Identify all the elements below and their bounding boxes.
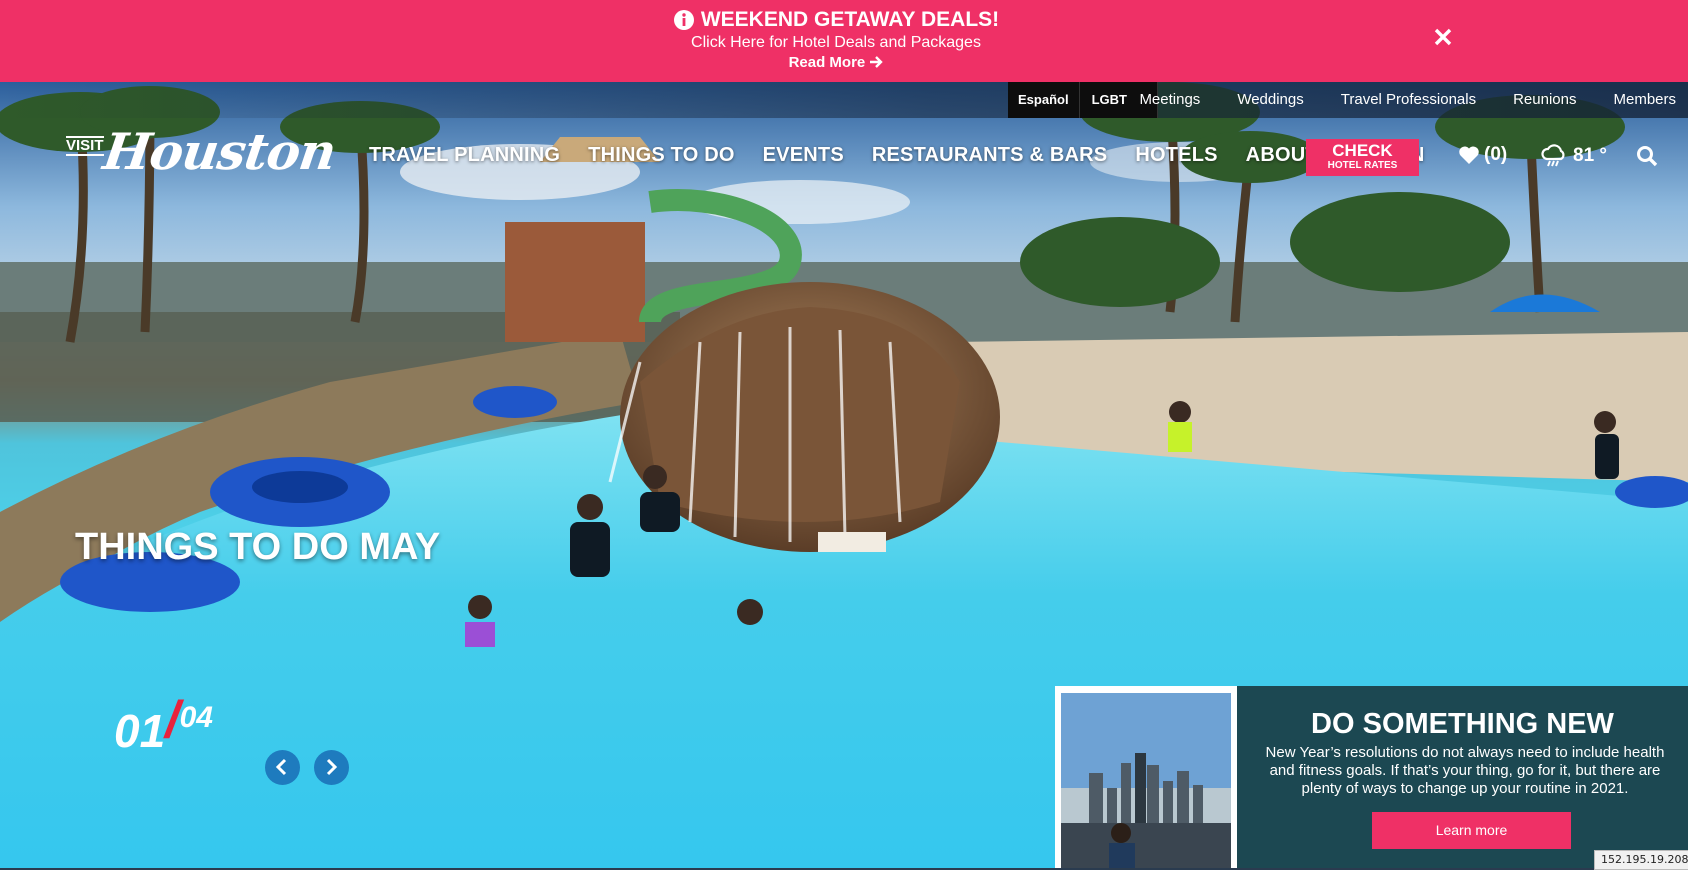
nav-travel-planning[interactable]: TRAVEL PLANNING xyxy=(369,144,560,167)
current-slide-number: 01 xyxy=(114,705,166,757)
weather-temp: 81 ° xyxy=(1573,145,1608,166)
counter-slash: / xyxy=(165,691,180,749)
slide-title: THINGS TO DO MAY xyxy=(75,526,441,568)
travel-professionals-link[interactable]: Travel Professionals xyxy=(1341,82,1476,118)
promo-title-row[interactable]: WEEKEND GETAWAY DEALS! xyxy=(0,8,1680,32)
prev-slide-button[interactable] xyxy=(265,750,300,785)
lang-espanol-link[interactable]: Español xyxy=(1008,82,1080,118)
card-title: DO SOMETHING NEW xyxy=(1311,708,1614,740)
ip-address-label: 152.195.19.208 xyxy=(1594,850,1688,870)
nav-hotels[interactable]: HOTELS xyxy=(1135,144,1217,167)
chevron-right-icon xyxy=(326,758,338,776)
read-more-label[interactable]: Read More xyxy=(789,54,866,71)
heart-icon xyxy=(1459,146,1479,164)
chevron-left-icon xyxy=(275,758,287,776)
nav-events[interactable]: EVENTS xyxy=(763,144,844,167)
houston-skyline-image xyxy=(1061,693,1231,868)
search-icon[interactable] xyxy=(1636,145,1658,167)
next-slide-button[interactable] xyxy=(314,750,349,785)
favorites-button[interactable]: (0) xyxy=(1458,144,1507,166)
utility-bar: Español LGBT Meetings Weddings Travel Pr… xyxy=(0,82,1688,118)
promo-card: DO SOMETHING NEW New Year’s resolutions … xyxy=(1055,686,1688,868)
promo-read-more-link[interactable]: Read More xyxy=(0,54,1680,71)
reunions-link[interactable]: Reunions xyxy=(1513,82,1576,118)
logo-city-text: Houston xyxy=(99,122,340,181)
slide-counter: 01/04 xyxy=(114,691,213,760)
utility-links: Meetings Weddings Travel Professionals R… xyxy=(1139,82,1676,118)
arrow-right-icon xyxy=(870,56,884,68)
check-label: CHECK xyxy=(1332,141,1393,160)
total-slides-number: 04 xyxy=(179,701,213,734)
weddings-link[interactable]: Weddings xyxy=(1237,82,1303,118)
main-nav: TRAVEL PLANNING THINGS TO DO EVENTS REST… xyxy=(369,144,1425,167)
promo-subtitle[interactable]: Click Here for Hotel Deals and Packages xyxy=(0,34,1680,52)
meetings-link[interactable]: Meetings xyxy=(1139,82,1200,118)
visit-houston-logo[interactable]: VISIT Houston xyxy=(66,118,339,200)
language-switcher: Español LGBT xyxy=(1008,82,1158,118)
logo-visit-text: VISIT xyxy=(66,136,104,156)
members-link[interactable]: Members xyxy=(1613,82,1676,118)
promo-title[interactable]: WEEKEND GETAWAY DEALS! xyxy=(701,8,999,32)
promo-banner[interactable]: WEEKEND GETAWAY DEALS! Click Here for Ho… xyxy=(0,0,1688,82)
card-description: New Year’s resolutions do not always nee… xyxy=(1265,744,1665,797)
check-hotel-rates-button[interactable]: CHECK HOTEL RATES xyxy=(1306,139,1419,176)
close-icon[interactable] xyxy=(1432,26,1454,48)
weather-widget[interactable]: 81 ° xyxy=(1541,144,1607,168)
cloud-rain-icon xyxy=(1541,144,1565,167)
info-icon xyxy=(673,10,694,30)
hotel-rates-label: HOTEL RATES xyxy=(1327,160,1398,171)
nav-things-to-do[interactable]: THINGS TO DO xyxy=(588,144,734,167)
nav-restaurants-bars[interactable]: RESTAURANTS & BARS xyxy=(872,144,1107,167)
favorites-count: (0) xyxy=(1484,144,1508,165)
learn-more-button[interactable]: Learn more xyxy=(1372,812,1571,849)
card-image-frame xyxy=(1055,686,1237,868)
